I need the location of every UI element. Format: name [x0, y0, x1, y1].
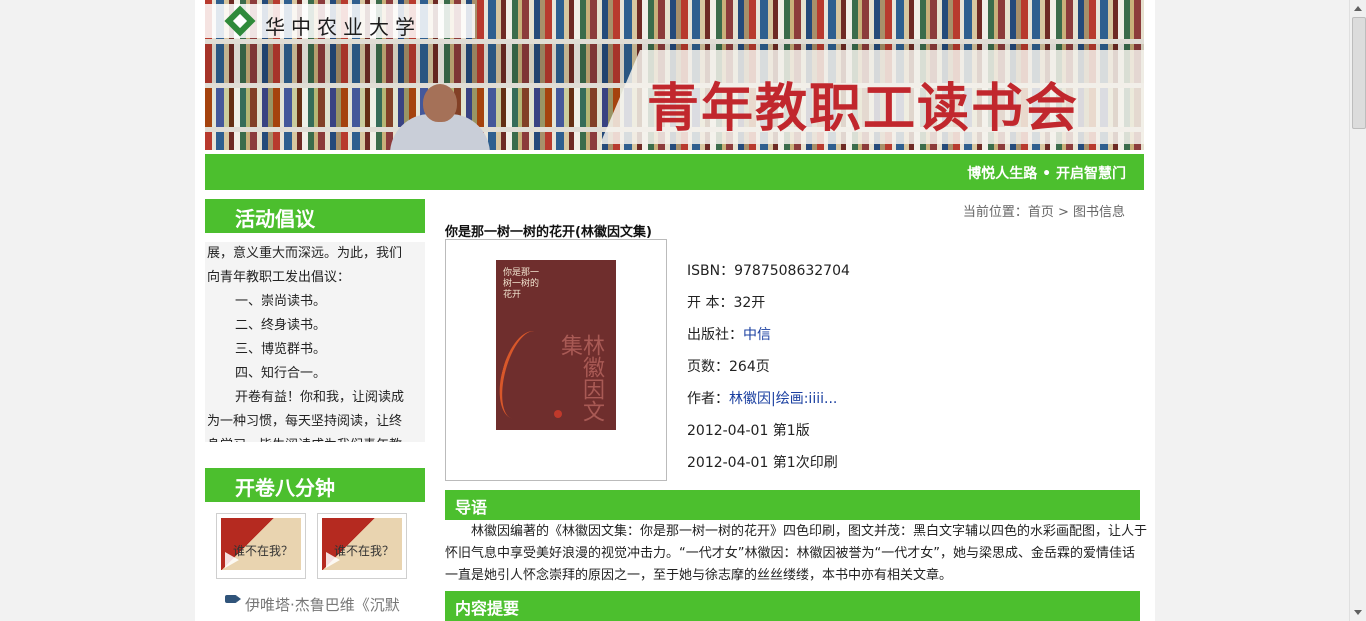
- summary-heading-text: 内容提要: [455, 599, 520, 618]
- publisher-link[interactable]: 中信: [743, 327, 771, 343]
- page-scrollbar[interactable]: [1349, 0, 1366, 621]
- scroll-up-arrow-icon[interactable]: [1354, 6, 1362, 11]
- reader-figure: [390, 84, 490, 150]
- video-heading-text: 开卷八分钟: [235, 476, 335, 500]
- video-thumb-caption: 谁不在我？: [334, 544, 395, 558]
- slogan-bar: 博悦人生路 • 开启智慧门: [205, 154, 1144, 190]
- video-camera-icon: [225, 595, 241, 603]
- book-title: 你是那一树一树的花开(林徽因文集): [445, 225, 652, 240]
- play-icon: [225, 552, 239, 568]
- activity-line: 三、博览群书。: [235, 342, 327, 357]
- activity-heading-text: 活动倡议: [235, 207, 315, 231]
- page-count: 页数：264页: [687, 359, 770, 375]
- summary-heading: 内容提要: [445, 591, 1140, 621]
- author-link[interactable]: 林徽因|绘画:iiii...: [729, 391, 837, 407]
- book-cover-image[interactable]: 你是那一树一树的花开 林徽因文集: [496, 260, 616, 430]
- play-icon: [326, 552, 340, 568]
- activity-line: 为一种习惯，每天坚持阅读，让终: [207, 414, 403, 429]
- activity-text-scroller[interactable]: 展，意义重大而深远。为此，我们 向青年教职工发出倡议： 一、崇尚读书。 二、终身…: [205, 242, 425, 442]
- activity-line: 向青年教职工发出倡议：: [207, 270, 351, 285]
- university-name: 华中农业大学: [265, 15, 421, 39]
- slogan-text: 博悦人生路 • 开启智慧门: [967, 166, 1126, 182]
- scrollbar-thumb[interactable]: [1352, 17, 1366, 129]
- book-info: ISBN：9787508632704 开 本：32开 出版社：中信 页数：264…: [687, 255, 850, 479]
- video-thumbnail[interactable]: 谁不在我？: [317, 513, 407, 579]
- activity-line: 一、崇尚读书。: [235, 294, 327, 309]
- publisher-label: 出版社：: [687, 327, 743, 343]
- video-heading: 开卷八分钟: [205, 468, 425, 502]
- cover-title-text: 你是那一树一树的花开: [503, 268, 540, 300]
- page: 华中农业大学 青年教职工读书会 博悦人生路 • 开启智慧门 活动倡议 展，意义重…: [195, 0, 1155, 621]
- isbn: ISBN：9787508632704: [687, 263, 850, 279]
- breadcrumb: 当前位置：首页 > 图书信息: [962, 205, 1125, 220]
- intro-text: 林徽因编著的《林徽因文集：你是那一树一树的花开》四色印刷，图文并茂：黑白文字辅以…: [445, 524, 1148, 583]
- author-row: 作者：林徽因|绘画:iiii...: [687, 383, 850, 415]
- intro-heading: 导语: [445, 490, 1140, 520]
- edition: 2012-04-01 第1版: [687, 423, 810, 439]
- activity-line: 身学习、毕生阅读成为我们青年教: [207, 434, 423, 442]
- activity-heading: 活动倡议: [205, 199, 425, 233]
- author-label: 作者：: [687, 391, 729, 407]
- activity-line: 四、知行合一。: [235, 366, 327, 381]
- scroll-down-arrow-icon[interactable]: [1354, 610, 1362, 615]
- video-thumbnail[interactable]: 谁不在我？: [216, 513, 306, 579]
- publisher-row: 出版社：中信: [687, 319, 850, 351]
- banner-title: 青年教职工读书会: [647, 79, 1080, 139]
- university-logo[interactable]: 华中农业大学: [205, 4, 475, 39]
- book-format: 开 本：32开: [687, 295, 766, 311]
- header-banner: 华中农业大学 青年教职工读书会: [205, 0, 1144, 150]
- book-cover-frame: 你是那一树一树的花开 林徽因文集: [445, 239, 667, 481]
- activity-line: 开卷有益！你和我，让阅读成: [235, 390, 405, 405]
- video-link[interactable]: 伊唯塔·杰鲁巴维《沉默: [245, 594, 400, 615]
- activity-line: 展，意义重大而深远。为此，我们: [207, 246, 403, 261]
- intro-heading-text: 导语: [455, 498, 488, 517]
- university-emblem-icon: [224, 5, 256, 37]
- video-thumb-caption: 谁不在我？: [233, 544, 294, 558]
- publisher-seal-icon: [554, 410, 562, 418]
- printing: 2012-04-01 第1次印刷: [687, 455, 838, 471]
- activity-line: 二、终身读书。: [235, 318, 327, 333]
- flower-decoration: [496, 325, 556, 425]
